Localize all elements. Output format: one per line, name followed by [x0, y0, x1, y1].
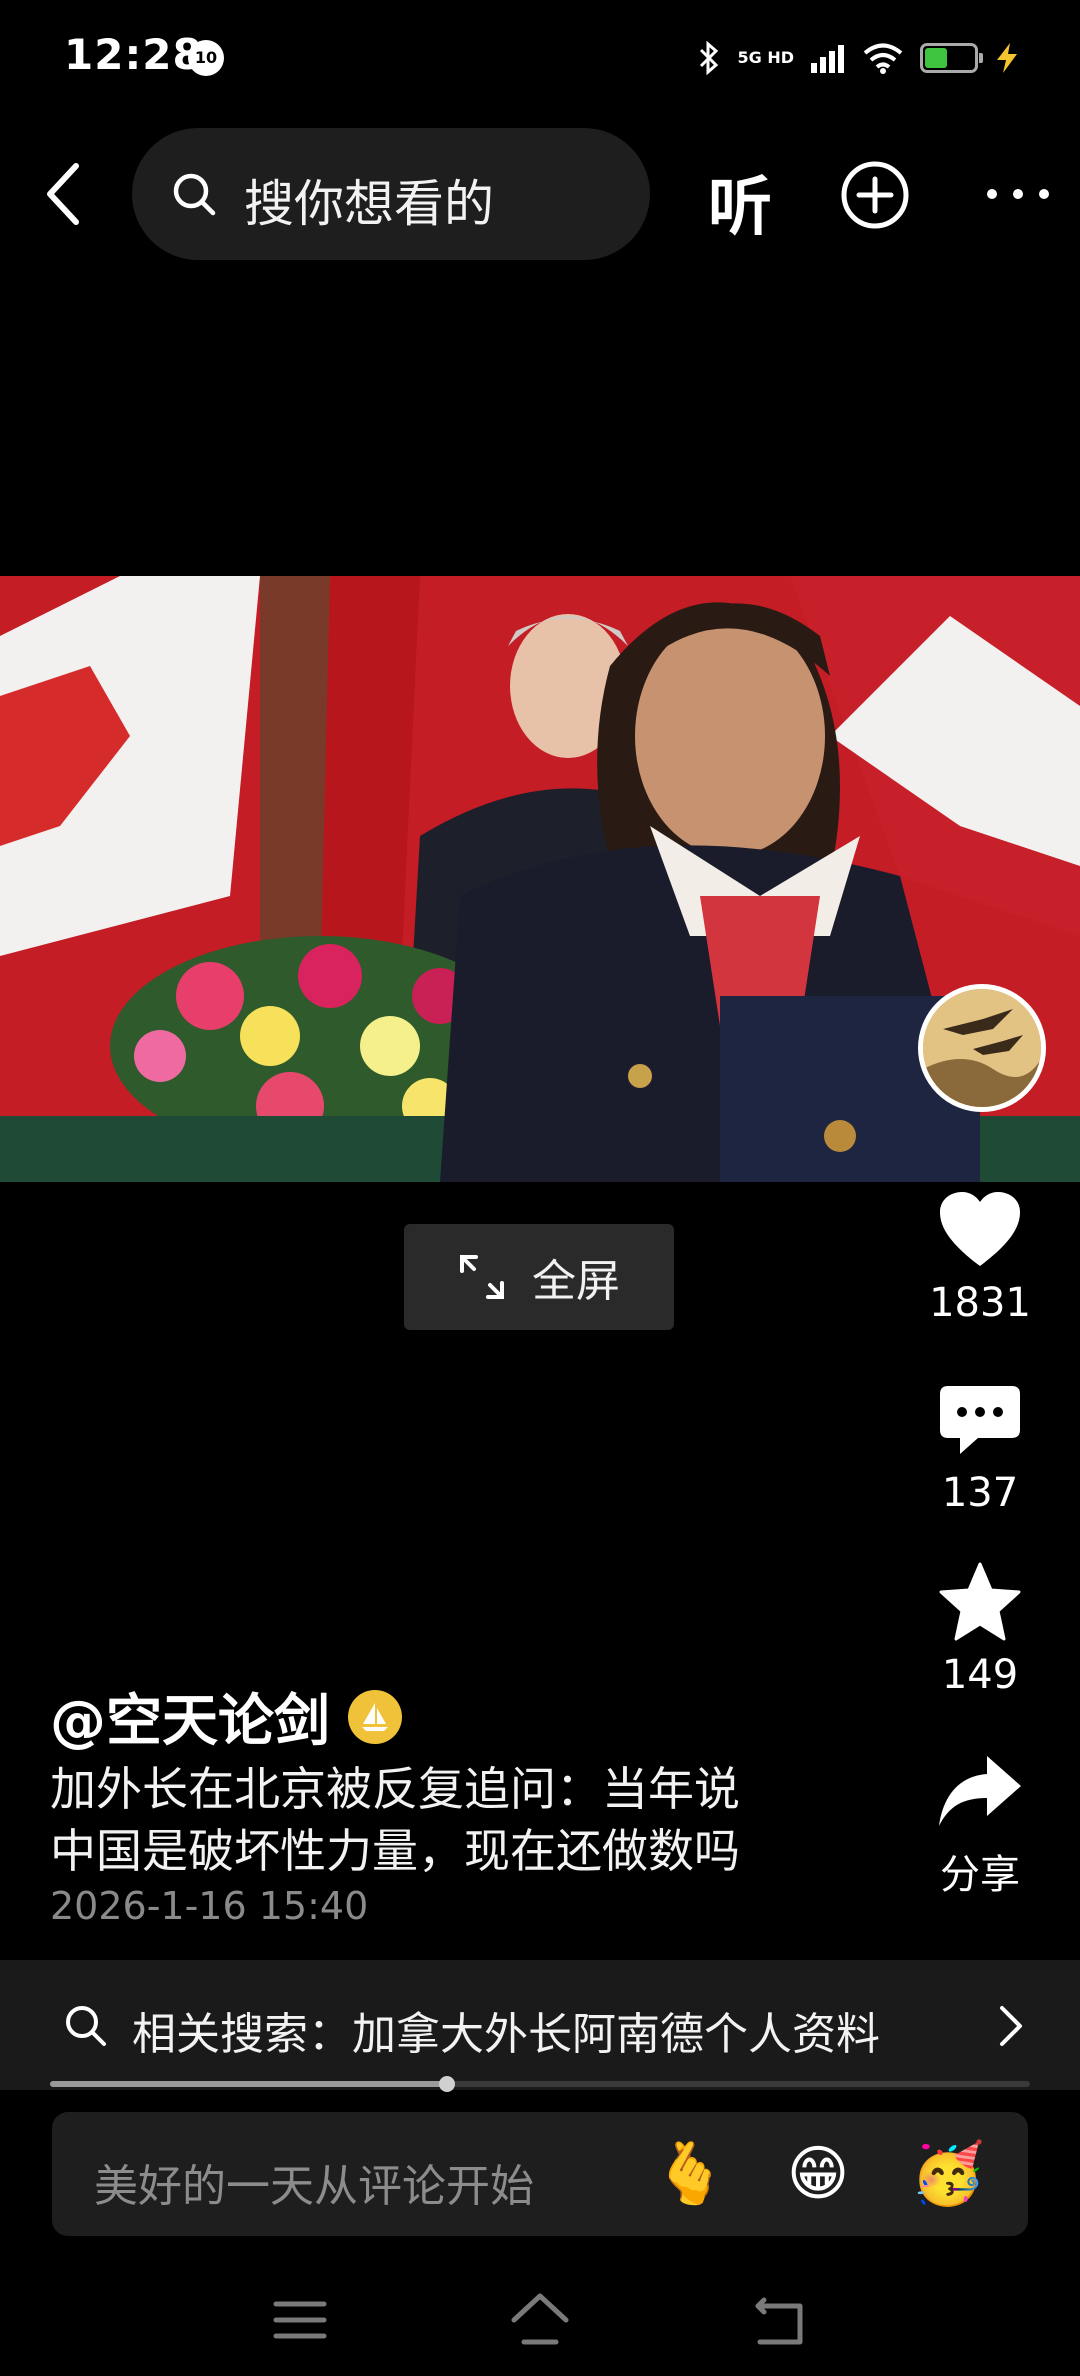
system-nav-bar: [0, 2270, 1080, 2376]
add-circle-icon[interactable]: [840, 160, 910, 230]
comment-count: 137: [941, 1470, 1019, 1516]
status-bar: 12:28 10 5G HD: [0, 0, 1080, 115]
search-icon: [173, 173, 216, 216]
top-nav: 搜你想看的 听: [0, 128, 1080, 260]
status-indicators: 5G HD: [697, 36, 1020, 80]
favorite-count: 149: [941, 1652, 1019, 1698]
wifi-icon: [863, 43, 903, 74]
post-title-line: 中国是破坏性力量，现在还做数吗: [50, 1824, 740, 1878]
finger-heart-emoji-icon[interactable]: 🫰: [652, 2136, 728, 2212]
avatar-image: [923, 989, 1041, 1107]
more-options-icon[interactable]: [978, 158, 1058, 228]
menu-icon[interactable]: [270, 2290, 330, 2350]
star-icon: [939, 1562, 1021, 1641]
comment-action[interactable]: 137: [920, 1384, 1040, 1516]
video-frame: [0, 576, 1080, 1182]
charging-icon: [997, 43, 1017, 73]
share-action[interactable]: 分享: [920, 1752, 1040, 1900]
back-arrow-icon[interactable]: [28, 156, 104, 232]
fullscreen-button[interactable]: 全屏: [404, 1224, 674, 1330]
creator-avatar[interactable]: [918, 984, 1046, 1112]
author-row[interactable]: @空天论剑: [50, 1676, 402, 1757]
bluetooth-icon: [700, 41, 719, 75]
verified-sailboat-icon: [348, 1689, 402, 1744]
like-action[interactable]: 1831: [920, 1190, 1040, 1326]
search-bar[interactable]: 搜你想看的: [132, 128, 650, 260]
search-icon: [66, 2006, 106, 2046]
expand-icon: [460, 1255, 504, 1299]
battery-level: [925, 48, 947, 68]
comment-placeholder: 美好的一天从评论开始: [94, 2161, 534, 2212]
progress-fill: [50, 2081, 447, 2087]
like-count: 1831: [929, 1280, 1031, 1326]
playback-progress[interactable]: [50, 2076, 1030, 2092]
heart-icon: [940, 1192, 1020, 1266]
author-name[interactable]: @空天论剑: [50, 1676, 330, 1757]
comment-bubble-icon: [940, 1386, 1020, 1454]
network-type: 5G HD: [737, 48, 794, 67]
comment-input[interactable]: 美好的一天从评论开始 🫰 😁 🥳: [52, 2112, 1028, 2236]
related-search-text: 相关搜索：加拿大外长阿南德个人资料: [132, 2009, 880, 2060]
listen-button[interactable]: 听: [708, 156, 772, 248]
battery-icon: [920, 43, 983, 73]
post-title[interactable]: 加外长在北京被反复追问：当年说 中国是破坏性力量，现在还做数吗: [50, 1758, 810, 1882]
signal-icon: [811, 45, 844, 73]
status-time: 12:28: [64, 30, 203, 79]
share-label: 分享: [940, 1852, 1020, 1898]
search-placeholder: 搜你想看的: [244, 175, 494, 233]
video-player[interactable]: [0, 576, 1080, 1182]
fullscreen-label: 全屏: [532, 1256, 620, 1307]
home-icon[interactable]: [510, 2290, 570, 2350]
share-arrow-icon: [939, 1756, 1021, 1826]
post-title-line: 加外长在北京被反复追问：当年说: [50, 1762, 740, 1816]
grin-emoji-icon[interactable]: 😁: [780, 2136, 856, 2212]
chevron-right-icon: [1000, 2006, 1022, 2046]
party-emoji-icon[interactable]: 🥳: [910, 2136, 986, 2212]
favorite-action[interactable]: 149: [920, 1562, 1040, 1698]
progress-knob[interactable]: [438, 2076, 455, 2092]
related-search-bar[interactable]: 相关搜索：加拿大外长阿南德个人资料: [0, 1960, 1080, 2090]
post-date: 2026-1-16 15:40: [50, 1884, 369, 1928]
notification-badge-icon: 10: [188, 40, 224, 76]
back-nav-icon[interactable]: [750, 2290, 810, 2350]
